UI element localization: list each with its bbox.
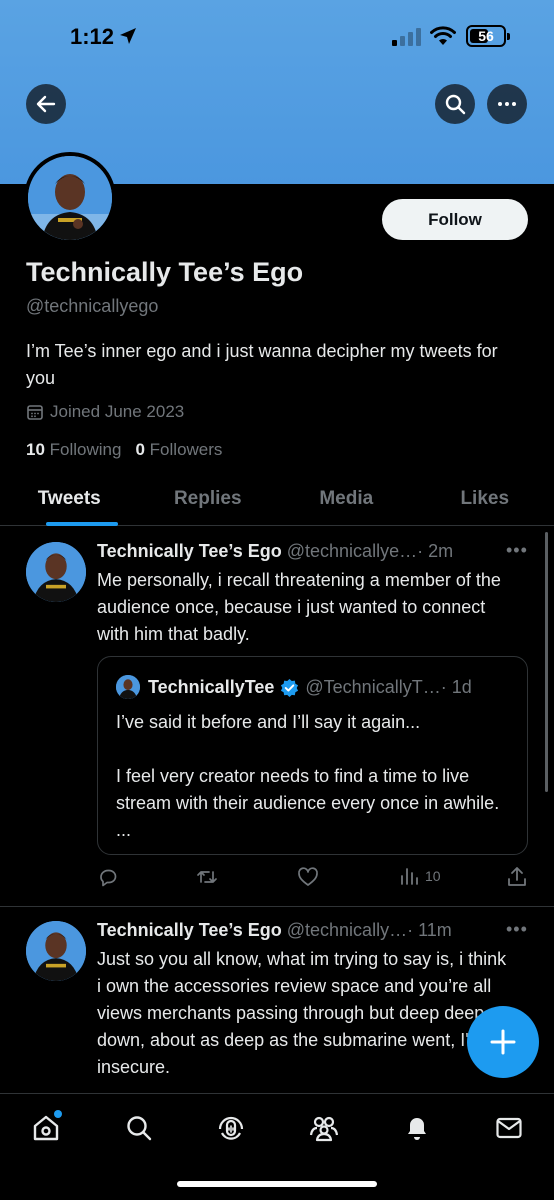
tab-label: Likes: [460, 487, 510, 509]
tab-tweets[interactable]: Tweets: [0, 472, 139, 526]
tweet-time: · 11m: [407, 920, 452, 940]
followers-link[interactable]: 0 Followers: [135, 440, 222, 460]
nav-notifications[interactable]: [399, 1110, 435, 1146]
plus-icon: [490, 1029, 516, 1055]
tweet-author-handle: @technicallye…: [286, 541, 418, 561]
like-button[interactable]: [297, 866, 319, 888]
following-count: 10: [26, 440, 45, 459]
tweet-more-icon[interactable]: •••: [506, 540, 528, 561]
quote-author-handle: @TechnicallyT…: [305, 677, 441, 697]
joined-date: Joined June 2023: [50, 402, 185, 421]
views-button[interactable]: 10: [399, 866, 441, 886]
quote-time: · 1d: [440, 677, 472, 697]
share-button[interactable]: [507, 866, 527, 888]
notification-dot: [54, 1110, 62, 1118]
avatar-image: [26, 921, 86, 981]
profile-avatar[interactable]: [24, 152, 116, 244]
tab-replies[interactable]: Replies: [139, 472, 278, 525]
wifi-icon: [430, 26, 456, 45]
tab-label: Replies: [173, 487, 242, 509]
avatar-image: [26, 542, 86, 602]
nav-messages[interactable]: [491, 1110, 527, 1146]
heart-icon: [298, 867, 318, 886]
arrow-left-icon: [36, 95, 56, 113]
tab-likes[interactable]: Likes: [416, 472, 554, 525]
tweet-divider: [0, 906, 554, 907]
tab-label: Media: [319, 487, 374, 509]
profile-joined: Joined June 2023: [26, 402, 184, 422]
quote-text-line: I’ve said it before and I’ll say it agai…: [116, 712, 421, 732]
quote-author-name: TechnicallyTee: [148, 677, 275, 697]
tweet-time: · 2m: [417, 541, 454, 561]
retweet-button[interactable]: [195, 866, 219, 888]
reply-button[interactable]: [97, 866, 119, 888]
location-arrow-icon: [120, 28, 136, 44]
tweet-text: Me personally, i recall threatening a me…: [97, 570, 501, 644]
nav-communities[interactable]: [306, 1110, 342, 1146]
profile-handle: @technicallyego: [26, 296, 159, 316]
more-button[interactable]: [487, 84, 527, 124]
calendar-icon: [27, 405, 43, 420]
tweet-actions: 10: [97, 866, 527, 892]
following-label: Following: [49, 440, 122, 459]
profile-bio: I’m Tee’s inner ego and i just wanna dec…: [26, 341, 498, 388]
retweet-icon: [197, 871, 217, 883]
tweet-author-handle: @technically…: [286, 920, 408, 940]
more-horizontal-icon: [498, 102, 516, 106]
status-time: 1:12: [70, 24, 115, 49]
tweet-header: Technically Tee’s Ego @technically…· 11m: [97, 920, 452, 941]
following-link[interactable]: 10 Following: [26, 440, 121, 460]
tweet-author-name[interactable]: Technically Tee’s Ego: [97, 920, 282, 940]
battery-percent: 56: [478, 28, 494, 44]
battery-indicator: 56: [466, 25, 510, 47]
spaces-icon: [218, 1116, 244, 1140]
status-bar: 1:12 56: [0, 0, 554, 70]
avatar-image: [28, 156, 112, 240]
nav-search[interactable]: [121, 1110, 157, 1146]
followers-label: Followers: [149, 440, 223, 459]
tweet-text: Just so you all know, what im trying to …: [97, 949, 507, 1077]
followers-count: 0: [135, 440, 145, 459]
quote-text: I’ve said it before and I’ll say it agai…: [116, 709, 511, 844]
nav-home[interactable]: [28, 1110, 64, 1146]
home-indicator: [177, 1181, 377, 1187]
reply-icon: [100, 869, 117, 887]
nav-spaces[interactable]: [213, 1110, 249, 1146]
profile-display-name: Technically Tee’s Ego: [26, 257, 304, 287]
communities-icon: [309, 1116, 339, 1142]
messages-icon: [496, 1117, 522, 1139]
tweet-header: Technically Tee’s Ego @technicallye…· 2m: [97, 541, 453, 562]
tab-label: Tweets: [37, 487, 101, 509]
compose-button[interactable]: [467, 1006, 539, 1078]
quoted-tweet[interactable]: TechnicallyTee @TechnicallyT…· 1d I’ve s…: [97, 656, 528, 855]
cellular-signal-icon: [392, 28, 421, 46]
active-tab-indicator: [46, 522, 118, 526]
tweet-author-name[interactable]: Technically Tee’s Ego: [97, 541, 282, 561]
verified-badge-icon: [281, 678, 299, 697]
scrollbar[interactable]: [545, 532, 548, 792]
follow-stats: 10 Following 0 Followers: [26, 440, 222, 460]
search-icon: [127, 1116, 152, 1141]
search-icon: [445, 94, 466, 115]
tweet-avatar[interactable]: [26, 542, 86, 602]
follow-button[interactable]: Follow: [382, 199, 528, 240]
search-button[interactable]: [435, 84, 475, 124]
notifications-icon: [408, 1118, 426, 1140]
views-icon: [401, 868, 418, 885]
tab-media[interactable]: Media: [277, 472, 416, 525]
tweet-avatar[interactable]: [26, 921, 86, 981]
avatar-image: [116, 675, 140, 699]
profile-tabs: Tweets Replies Media Likes: [0, 472, 554, 526]
share-icon: [508, 867, 526, 886]
views-count: 10: [425, 868, 441, 884]
quote-text-line: I feel very creator needs to find a time…: [116, 766, 500, 840]
quote-avatar: [116, 675, 140, 699]
tweet-more-icon[interactable]: •••: [506, 919, 528, 940]
back-button[interactable]: [26, 84, 66, 124]
quote-header: TechnicallyTee @TechnicallyT…· 1d: [148, 677, 472, 698]
